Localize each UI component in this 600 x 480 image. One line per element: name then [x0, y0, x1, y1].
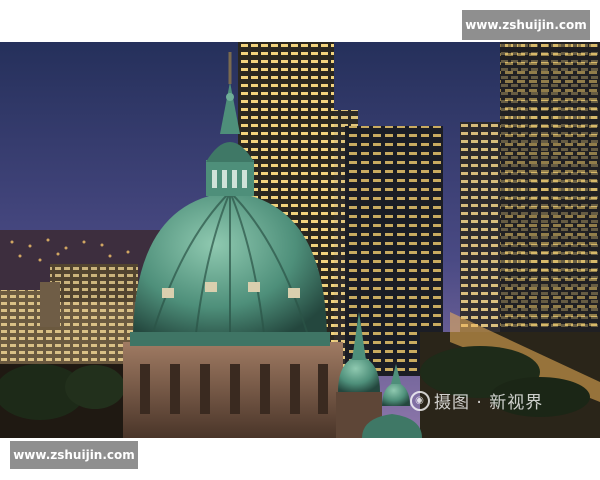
city-night-photo: [0, 42, 600, 438]
camera-aperture-icon: ◉: [410, 390, 430, 411]
stock-photo-watermark: ◉ 摄图 · 新视界: [410, 388, 543, 413]
stock-brand-text: 摄图 · 新视界: [434, 393, 544, 413]
site-watermark-bottom: www.zshuijin.com: [10, 441, 138, 469]
site-watermark-top: www.zshuijin.com: [462, 10, 590, 40]
